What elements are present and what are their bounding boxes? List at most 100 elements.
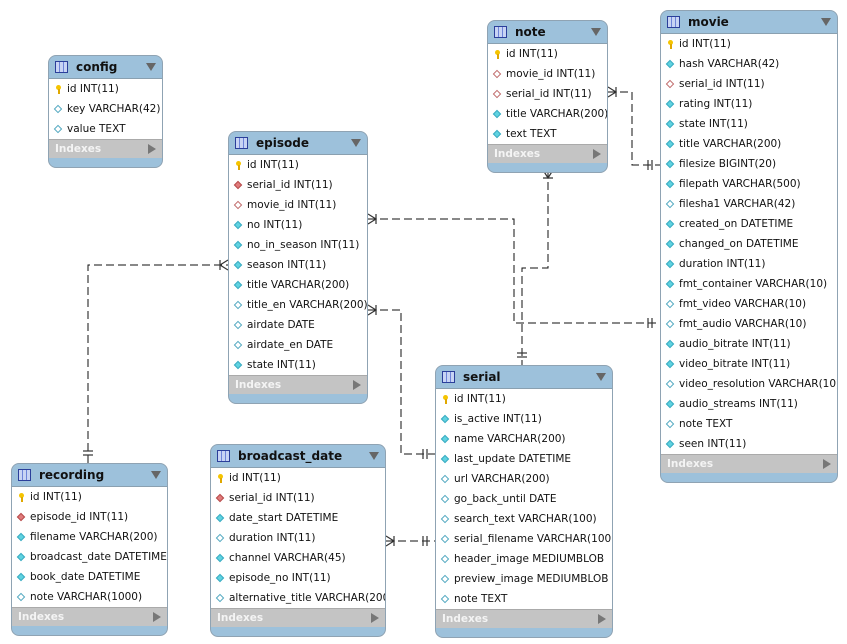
column-row[interactable]: alternative_title VARCHAR(200)	[211, 588, 385, 608]
column-row[interactable]: episode_no INT(11)	[211, 568, 385, 588]
expand-arrow-icon[interactable]	[598, 614, 606, 624]
collapse-arrow-icon[interactable]	[596, 373, 606, 381]
column-row[interactable]: note TEXT	[661, 414, 837, 434]
column-row[interactable]: date_start DATETIME	[211, 508, 385, 528]
indexes-section[interactable]: Indexes	[436, 609, 612, 628]
column-row[interactable]: id INT(11)	[211, 468, 385, 488]
column-row[interactable]: movie_id INT(11)	[488, 64, 607, 84]
column-label: season INT(11)	[247, 259, 327, 271]
indexes-section[interactable]: Indexes	[49, 139, 162, 158]
table-header[interactable]: broadcast_date	[211, 445, 385, 468]
column-row[interactable]: airdate DATE	[229, 315, 367, 335]
column-row[interactable]: search_text VARCHAR(100)	[436, 509, 612, 529]
column-row[interactable]: filename VARCHAR(200)	[12, 527, 167, 547]
column-row[interactable]: name VARCHAR(200)	[436, 429, 612, 449]
column-row[interactable]: audio_streams INT(11)	[661, 394, 837, 414]
column-row[interactable]: header_image MEDIUMBLOB	[436, 549, 612, 569]
column-row[interactable]: id INT(11)	[12, 487, 167, 507]
collapse-arrow-icon[interactable]	[821, 18, 831, 26]
column-row[interactable]: serial_id INT(11)	[211, 488, 385, 508]
column-row[interactable]: episode_id INT(11)	[12, 507, 167, 527]
column-row[interactable]: serial_id INT(11)	[488, 84, 607, 104]
table-broadcast-date[interactable]: broadcast_date id INT(11) serial_id INT(1…	[210, 444, 386, 637]
column-row[interactable]: text TEXT	[488, 124, 607, 144]
column-row[interactable]: title VARCHAR(200)	[488, 104, 607, 124]
table-header[interactable]: episode	[229, 132, 367, 155]
expand-arrow-icon[interactable]	[148, 144, 156, 154]
table-recording[interactable]: recording id INT(11) episode_id INT(11) fi…	[11, 463, 168, 636]
column-row[interactable]: serial_filename VARCHAR(100)	[436, 529, 612, 549]
expand-arrow-icon[interactable]	[153, 612, 161, 622]
column-row[interactable]: book_date DATETIME	[12, 567, 167, 587]
column-row[interactable]: id INT(11)	[49, 79, 162, 99]
column-row[interactable]: value TEXT	[49, 119, 162, 139]
expand-arrow-icon[interactable]	[593, 149, 601, 159]
column-row[interactable]: season INT(11)	[229, 255, 367, 275]
column-row[interactable]: audio_bitrate INT(11)	[661, 334, 837, 354]
column-row[interactable]: serial_id INT(11)	[229, 175, 367, 195]
indexes-section[interactable]: Indexes	[661, 454, 837, 473]
table-serial[interactable]: serial id INT(11) is_active INT(11) name V…	[435, 365, 613, 638]
column-row[interactable]: title VARCHAR(200)	[661, 134, 837, 154]
column-row[interactable]: id INT(11)	[488, 44, 607, 64]
column-row[interactable]: title_en VARCHAR(200)	[229, 295, 367, 315]
table-header[interactable]: movie	[661, 11, 837, 34]
column-row[interactable]: hash VARCHAR(42)	[661, 54, 837, 74]
column-row[interactable]: id INT(11)	[661, 34, 837, 54]
column-row[interactable]: is_active INT(11)	[436, 409, 612, 429]
table-config[interactable]: config id INT(11) key VARCHAR(42) value TE…	[48, 55, 163, 168]
table-header[interactable]: note	[488, 21, 607, 44]
indexes-section[interactable]: Indexes	[211, 608, 385, 627]
column-row[interactable]: preview_image MEDIUMBLOB	[436, 569, 612, 589]
column-row[interactable]: fmt_video VARCHAR(10)	[661, 294, 837, 314]
column-row[interactable]: video_resolution VARCHAR(10)	[661, 374, 837, 394]
table-header[interactable]: recording	[12, 464, 167, 487]
column-row[interactable]: duration INT(11)	[211, 528, 385, 548]
column-row[interactable]: changed_on DATETIME	[661, 234, 837, 254]
column-row[interactable]: video_bitrate INT(11)	[661, 354, 837, 374]
column-row[interactable]: airdate_en DATE	[229, 335, 367, 355]
column-row[interactable]: channel VARCHAR(45)	[211, 548, 385, 568]
column-row[interactable]: id INT(11)	[229, 155, 367, 175]
indexes-section[interactable]: Indexes	[12, 607, 167, 626]
column-row[interactable]: fmt_container VARCHAR(10)	[661, 274, 837, 294]
collapse-arrow-icon[interactable]	[591, 28, 601, 36]
collapse-arrow-icon[interactable]	[369, 452, 379, 460]
indexes-section[interactable]: Indexes	[488, 144, 607, 163]
column-row[interactable]: no_in_season INT(11)	[229, 235, 367, 255]
collapse-arrow-icon[interactable]	[351, 139, 361, 147]
column-row[interactable]: serial_id INT(11)	[661, 74, 837, 94]
column-row[interactable]: created_on DATETIME	[661, 214, 837, 234]
indexes-section[interactable]: Indexes	[229, 375, 367, 394]
column-row[interactable]: go_back_until DATE	[436, 489, 612, 509]
table-header[interactable]: serial	[436, 366, 612, 389]
column-row[interactable]: state INT(11)	[661, 114, 837, 134]
table-header[interactable]: config	[49, 56, 162, 79]
column-row[interactable]: seen INT(11)	[661, 434, 837, 454]
collapse-arrow-icon[interactable]	[146, 63, 156, 71]
column-row[interactable]: movie_id INT(11)	[229, 195, 367, 215]
column-row[interactable]: filesha1 VARCHAR(42)	[661, 194, 837, 214]
column-row[interactable]: filesize BIGINT(20)	[661, 154, 837, 174]
column-row[interactable]: key VARCHAR(42)	[49, 99, 162, 119]
column-row[interactable]: title VARCHAR(200)	[229, 275, 367, 295]
expand-arrow-icon[interactable]	[371, 613, 379, 623]
column-row[interactable]: note VARCHAR(1000)	[12, 587, 167, 607]
column-row[interactable]: last_update DATETIME	[436, 449, 612, 469]
column-row[interactable]: id INT(11)	[436, 389, 612, 409]
column-row[interactable]: no INT(11)	[229, 215, 367, 235]
column-row[interactable]: fmt_audio VARCHAR(10)	[661, 314, 837, 334]
collapse-arrow-icon[interactable]	[151, 471, 161, 479]
expand-arrow-icon[interactable]	[823, 459, 831, 469]
column-row[interactable]: url VARCHAR(200)	[436, 469, 612, 489]
column-row[interactable]: note TEXT	[436, 589, 612, 609]
table-movie[interactable]: movie id INT(11) hash VARCHAR(42) serial_i…	[660, 10, 838, 483]
expand-arrow-icon[interactable]	[353, 380, 361, 390]
column-row[interactable]: duration INT(11)	[661, 254, 837, 274]
table-note[interactable]: note id INT(11) movie_id INT(11) serial_id…	[487, 20, 608, 173]
column-row[interactable]: rating INT(11)	[661, 94, 837, 114]
column-row[interactable]: broadcast_date DATETIME	[12, 547, 167, 567]
table-episode[interactable]: episode id INT(11) serial_id INT(11) movie…	[228, 131, 368, 404]
column-row[interactable]: state INT(11)	[229, 355, 367, 375]
column-row[interactable]: filepath VARCHAR(500)	[661, 174, 837, 194]
